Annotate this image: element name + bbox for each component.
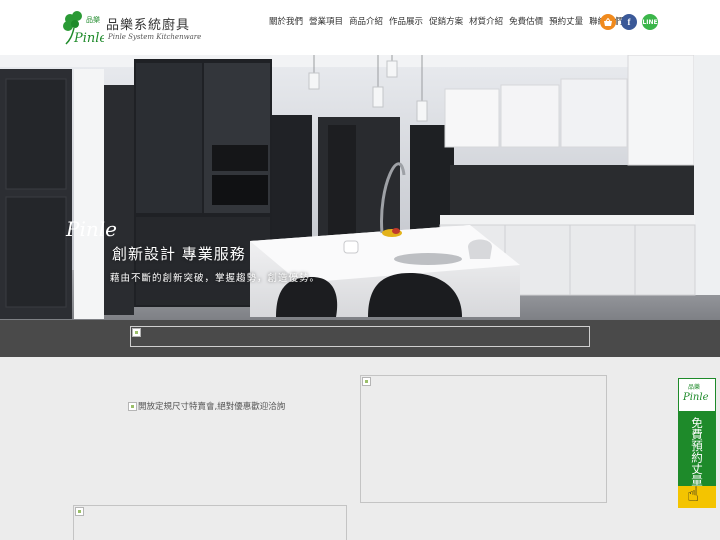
feature-bar (0, 320, 720, 357)
nav-item-products[interactable]: 商品介紹 (346, 16, 386, 28)
main-nav: 關於我們 營業項目 商品介紹 作品展示 促銷方案 材質介紹 免費估價 預約丈量 … (266, 16, 626, 28)
promo-image-alt: 開放定規尺寸特賣會,絕對優惠歡迎洽詢 (138, 402, 286, 412)
nav-item-materials[interactable]: 材質介紹 (466, 16, 506, 28)
logo-name-en: Pinle System Kitchenware (108, 33, 202, 41)
side-logo-en: Pinle (683, 392, 709, 403)
promo-image[interactable]: 開放定規尺寸特賣會,絕對優惠歡迎洽詢 (128, 400, 285, 412)
broken-image-bottom[interactable] (73, 505, 347, 540)
broken-image-icon (362, 377, 371, 386)
kitchen-photo (0, 55, 720, 320)
nav-item-free-quote[interactable]: 免費估價 (506, 16, 546, 28)
logo-mark-cn: 品樂 (86, 15, 100, 24)
broken-image-right[interactable] (360, 375, 607, 503)
side-banner-logo: 品樂 Pinle (678, 378, 716, 412)
line-icon[interactable]: LINE (642, 14, 658, 30)
page: Pinle 品樂 品樂系統廚具 Pinle System Kitchenware… (0, 0, 720, 540)
site-logo[interactable]: Pinle 品樂 品樂系統廚具 Pinle System Kitchenware (60, 10, 201, 46)
facebook-icon[interactable]: f (621, 14, 637, 30)
logo-mark-en: Pinle (73, 31, 104, 46)
nav-item-promotions[interactable]: 促銷方案 (426, 16, 466, 28)
broken-image-icon (75, 507, 84, 516)
hero-headline: 創新設計 專業服務 (112, 245, 246, 263)
hero-banner: Pinle 創新設計 專業服務 藉由不斷的創新突破，掌握趨勢，創造優勢。 (0, 55, 720, 320)
side-banner-label: 免費預約丈量 (690, 416, 704, 486)
side-logo-cn: 品樂 (688, 384, 701, 391)
nav-item-portfolio[interactable]: 作品展示 (386, 16, 426, 28)
basket-glyph (604, 17, 612, 26)
hero-subline: 藉由不斷的創新突破，掌握趨勢，創造優勢。 (110, 273, 321, 284)
shopping-basket-icon[interactable] (600, 14, 616, 30)
nav-item-about[interactable]: 關於我們 (266, 16, 306, 28)
pointing-hand-icon: ☝ (687, 482, 700, 506)
broken-image-banner[interactable] (130, 326, 590, 347)
site-header: Pinle 品樂 品樂系統廚具 Pinle System Kitchenware… (0, 0, 720, 55)
hero-logo-mark: Pinle (66, 217, 117, 241)
nav-item-services[interactable]: 營業項目 (306, 16, 346, 28)
free-measurement-banner[interactable]: 品樂 Pinle 免費預約丈量 ☝ (678, 378, 716, 508)
broken-image-icon (132, 328, 141, 337)
logo-name-cn: 品樂系統廚具 (106, 18, 191, 33)
clover-logo-icon: Pinle 品樂 (63, 11, 104, 46)
nav-item-measurement[interactable]: 預約丈量 (546, 16, 586, 28)
broken-image-icon (128, 401, 137, 411)
